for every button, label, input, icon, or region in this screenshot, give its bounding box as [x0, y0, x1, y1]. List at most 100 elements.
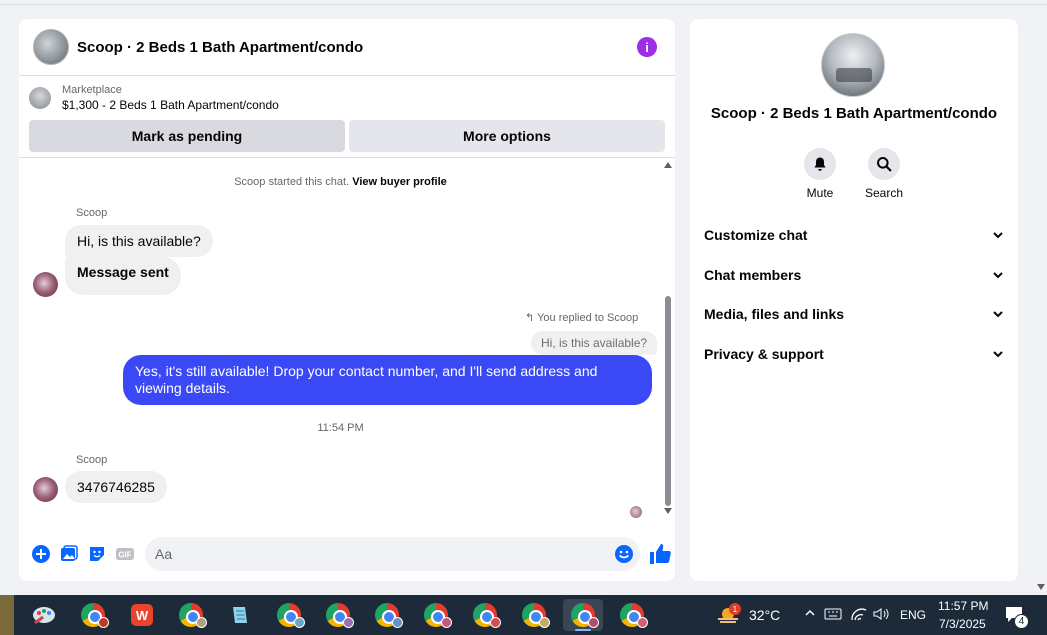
profile-badge	[392, 617, 403, 628]
profile-badge	[490, 617, 501, 628]
side-title: Scoop · 2 Beds 1 Bath Apartment/condo	[710, 105, 998, 122]
clock-date[interactable]: 7/3/2025	[939, 617, 986, 631]
profile-badge	[588, 617, 599, 628]
temperature[interactable]: 32°C	[749, 607, 780, 623]
browser-top-strip	[0, 0, 1047, 5]
profile-badge	[98, 617, 109, 628]
mute-label: Mute	[806, 186, 834, 200]
profile-badge	[539, 617, 550, 628]
input-method-icon[interactable]	[824, 606, 842, 627]
chat-header: Scoop · 2 Beds 1 Bath Apartment/condo i	[19, 19, 675, 76]
system-note: Scoop started this chat. View buyer prof…	[234, 176, 447, 188]
svg-text:GIF: GIF	[118, 551, 131, 560]
taskbar-chrome-profile-6[interactable]	[416, 599, 456, 631]
message-list: Scoop started this chat. View buyer prof…	[19, 158, 675, 530]
taskbar-chrome-profile-9-active[interactable]	[563, 599, 603, 631]
mark-as-pending-button[interactable]: Mark as pending	[29, 120, 345, 152]
replied-label: ↰ You replied to Scoop	[525, 312, 639, 324]
reply-icon: ↰	[525, 312, 535, 324]
taskbar-chrome-profile-10[interactable]	[612, 599, 652, 631]
scroll-down-arrow[interactable]	[664, 508, 672, 514]
info-icon[interactable]: i	[637, 37, 657, 57]
page-scrollbar[interactable]	[1034, 6, 1047, 594]
photo-icon[interactable]	[59, 544, 79, 564]
taskbar-chrome-profile-3[interactable]	[269, 599, 309, 631]
taskbar-chrome-profile-4[interactable]	[318, 599, 358, 631]
chat-avatar[interactable]	[33, 29, 69, 65]
chat-panel: Scoop · 2 Beds 1 Bath Apartment/condo i …	[19, 19, 675, 581]
active-indicator	[575, 629, 591, 631]
svg-text:W: W	[136, 608, 149, 623]
chevron-up-icon[interactable]	[804, 606, 816, 624]
chevron-down-icon	[993, 272, 1003, 279]
taskbar-edge	[0, 595, 14, 635]
marketplace-label: Marketplace	[62, 84, 122, 96]
profile-badge	[196, 617, 207, 628]
buyer-avatar[interactable]	[33, 477, 58, 502]
profile-badge	[294, 617, 305, 628]
taskbar-wps-office[interactable]: W	[122, 599, 162, 631]
wps-office-icon: W	[131, 604, 153, 626]
mute-button[interactable]: Mute	[790, 148, 850, 200]
bell-icon	[804, 148, 836, 180]
emoji-icon[interactable]	[614, 544, 634, 564]
taskbar-chrome-profile-1[interactable]	[73, 599, 113, 631]
gif-icon[interactable]: GIF	[115, 544, 135, 564]
message-timestamp: 11:54 PM	[317, 422, 364, 434]
wifi-icon[interactable]	[850, 606, 868, 627]
message-sender: Scoop	[76, 454, 108, 466]
listing-avatar[interactable]	[821, 33, 885, 97]
messages-scrollbar[interactable]	[663, 162, 673, 514]
sticker-icon[interactable]	[87, 544, 107, 564]
chat-title[interactable]: Scoop · 2 Beds 1 Bath Apartment/condo	[77, 39, 363, 56]
clock-time[interactable]: 11:57 PM	[938, 599, 988, 613]
listing-title: $1,300 - 2 Beds 1 Bath Apartment/condo	[62, 98, 279, 112]
taskbar-chrome-profile-7[interactable]	[465, 599, 505, 631]
chevron-down-icon	[993, 232, 1003, 239]
language-indicator[interactable]: ENG	[900, 608, 926, 622]
buyer-avatar[interactable]	[33, 272, 58, 297]
speaker-icon[interactable]	[872, 606, 890, 627]
chat-info-panel: Scoop · 2 Beds 1 Bath Apartment/condo Mu…	[690, 19, 1018, 581]
like-icon[interactable]	[648, 542, 672, 566]
search-icon	[868, 148, 900, 180]
section-chat-members[interactable]: Chat members	[704, 264, 1004, 286]
composer: GIF	[19, 527, 675, 581]
notepad-icon	[233, 607, 247, 623]
listing-thumbnail	[29, 87, 51, 109]
message-bubble[interactable]: Message sent	[65, 257, 181, 295]
chevron-down-icon	[993, 351, 1003, 358]
taskbar-chrome-profile-2[interactable]	[171, 599, 211, 631]
paint-icon	[33, 607, 55, 625]
more-options-button[interactable]: More options	[349, 120, 665, 152]
view-buyer-profile-link[interactable]: View buyer profile	[352, 176, 447, 188]
scrollbar-thumb[interactable]	[665, 296, 671, 506]
notification-count: 4	[1014, 614, 1029, 629]
section-privacy-support[interactable]: Privacy & support	[704, 343, 1004, 365]
quoted-message[interactable]: Hi, is this available?	[531, 331, 658, 355]
outgoing-message-bubble[interactable]: Yes, it's still available! Drop your con…	[123, 355, 652, 405]
message-input-container	[145, 537, 640, 571]
chevron-down-icon	[993, 311, 1003, 318]
search-label: Search	[864, 186, 904, 200]
message-bubble[interactable]: Hi, is this available?	[65, 225, 213, 257]
profile-badge	[637, 617, 648, 628]
taskbar-paint-app[interactable]	[24, 599, 64, 631]
section-media-files-links[interactable]: Media, files and links	[704, 303, 1004, 325]
taskbar-notepad[interactable]	[220, 599, 260, 631]
weather-badge: 1	[729, 603, 741, 615]
plus-circle-icon[interactable]	[31, 544, 51, 564]
message-bubble[interactable]: 3476746285	[65, 471, 167, 503]
listing-actions: Mark as pending More options	[19, 120, 675, 158]
seen-indicator-avatar	[630, 506, 642, 518]
windows-taskbar: W 1 32°C ENG 11:57 PM 7/3/2025 4	[0, 595, 1047, 635]
profile-badge	[441, 617, 452, 628]
scroll-up-arrow[interactable]	[664, 162, 672, 168]
taskbar-chrome-profile-8[interactable]	[514, 599, 554, 631]
message-input[interactable]	[155, 546, 595, 562]
page-scroll-down-arrow[interactable]	[1037, 584, 1045, 590]
search-button[interactable]: Search	[854, 148, 914, 200]
marketplace-listing[interactable]: Marketplace $1,300 - 2 Beds 1 Bath Apart…	[19, 76, 675, 120]
taskbar-chrome-profile-5[interactable]	[367, 599, 407, 631]
section-customize-chat[interactable]: Customize chat	[704, 224, 1004, 246]
